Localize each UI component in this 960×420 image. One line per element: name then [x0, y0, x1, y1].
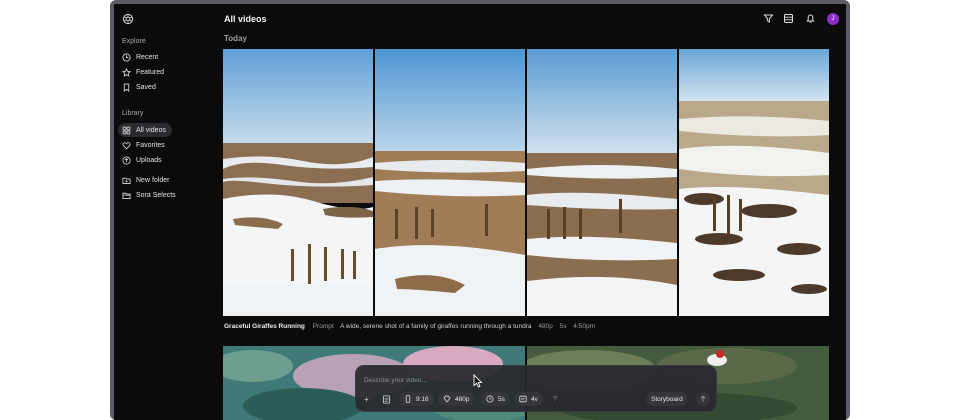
storyboard-presets-button[interactable] — [382, 392, 391, 406]
sidebar-item-favorites[interactable]: Favorites — [118, 138, 171, 152]
video-prompt: A wide, serene shot of a family of giraf… — [340, 323, 532, 330]
sidebar-item-label: Sora Selects — [136, 191, 176, 199]
sidebar-item-saved[interactable]: Saved — [118, 80, 162, 94]
video-resolution: 480p — [538, 323, 553, 330]
heart-icon — [122, 141, 131, 149]
video-caption: Graceful Giraffes Running Prompt A wide,… — [224, 323, 600, 330]
diamond-icon — [443, 395, 451, 403]
video-time: 4:50pm — [573, 323, 595, 330]
duration-value: 5s — [498, 395, 505, 403]
sidebar-item-featured[interactable]: Featured — [118, 65, 170, 79]
aspect-ratio-button[interactable]: 9:16 — [399, 392, 434, 406]
page-title: All videos — [224, 14, 267, 24]
star-icon — [122, 67, 131, 77]
folder-plus-icon — [122, 177, 131, 184]
describe-video-input[interactable] — [364, 374, 664, 386]
sidebar-item-uploads[interactable]: Uploads — [118, 153, 168, 167]
layout-icon[interactable] — [783, 13, 794, 24]
sidebar-item-label: Favorites — [136, 141, 165, 149]
video-thumbnail-4[interactable] — [679, 49, 829, 316]
add-media-button[interactable]: + — [364, 392, 369, 406]
explore-section-label: Explore — [122, 38, 146, 45]
storyboard-button[interactable]: Storyboard — [646, 392, 688, 406]
variations-button[interactable]: 4v — [514, 392, 543, 406]
video-title[interactable]: Graceful Giraffes Running — [224, 323, 305, 330]
sidebar-item-new-folder[interactable]: New folder — [118, 173, 175, 187]
app-window: Explore Recent Featured Saved Library Al… — [114, 4, 846, 420]
variations-icon — [519, 395, 527, 403]
sidebar-item-sora-selects[interactable]: Sora Selects — [118, 188, 182, 202]
sidebar-item-all-videos[interactable]: All videos — [118, 123, 172, 137]
preset-icon — [382, 394, 391, 404]
prompt-label: Prompt — [312, 323, 334, 330]
submit-button[interactable] — [696, 392, 710, 406]
prompt-composer: + 9:16 480p 5s 4v ? Storyboard — [355, 365, 717, 412]
sidebar-item-label: Uploads — [136, 156, 162, 164]
filter-icon[interactable] — [763, 13, 774, 24]
storyboard-label: Storyboard — [651, 395, 683, 403]
video-thumbnail-2[interactable] — [375, 49, 525, 316]
clock-icon — [122, 52, 131, 62]
mouse-cursor-icon — [473, 374, 483, 388]
aspect-ratio-value: 9:16 — [416, 395, 429, 403]
variations-value: 4v — [531, 395, 538, 403]
avatar[interactable]: J — [827, 13, 839, 25]
resolution-button[interactable]: 480p — [438, 392, 475, 406]
resolution-value: 480p — [455, 395, 470, 403]
bookmark-icon — [123, 83, 130, 92]
phone-portrait-icon — [405, 395, 411, 403]
sidebar: Explore Recent Featured Saved Library Al… — [114, 4, 214, 420]
sidebar-item-recent[interactable]: Recent — [118, 50, 164, 64]
sidebar-item-label: Saved — [136, 83, 156, 91]
section-title-today: Today — [224, 34, 247, 43]
folder-icon — [122, 192, 131, 199]
video-thumbnail-3[interactable] — [527, 49, 677, 316]
sidebar-item-label: Recent — [136, 53, 159, 61]
help-button[interactable]: ? — [553, 392, 557, 406]
upload-icon — [122, 155, 131, 165]
library-section-label: Library — [122, 110, 144, 117]
arrow-up-icon — [700, 395, 706, 402]
video-duration: 5s — [559, 323, 567, 330]
video-thumbnail-1[interactable] — [223, 49, 373, 316]
bell-icon[interactable] — [805, 13, 816, 24]
duration-button[interactable]: 5s — [481, 392, 510, 406]
sidebar-item-label: Featured — [136, 68, 165, 76]
clock-icon — [486, 395, 494, 403]
sidebar-item-label: All videos — [136, 126, 166, 134]
grid-icon — [122, 126, 131, 134]
sidebar-item-label: New folder — [136, 176, 170, 184]
openai-logo-icon[interactable] — [122, 13, 134, 25]
